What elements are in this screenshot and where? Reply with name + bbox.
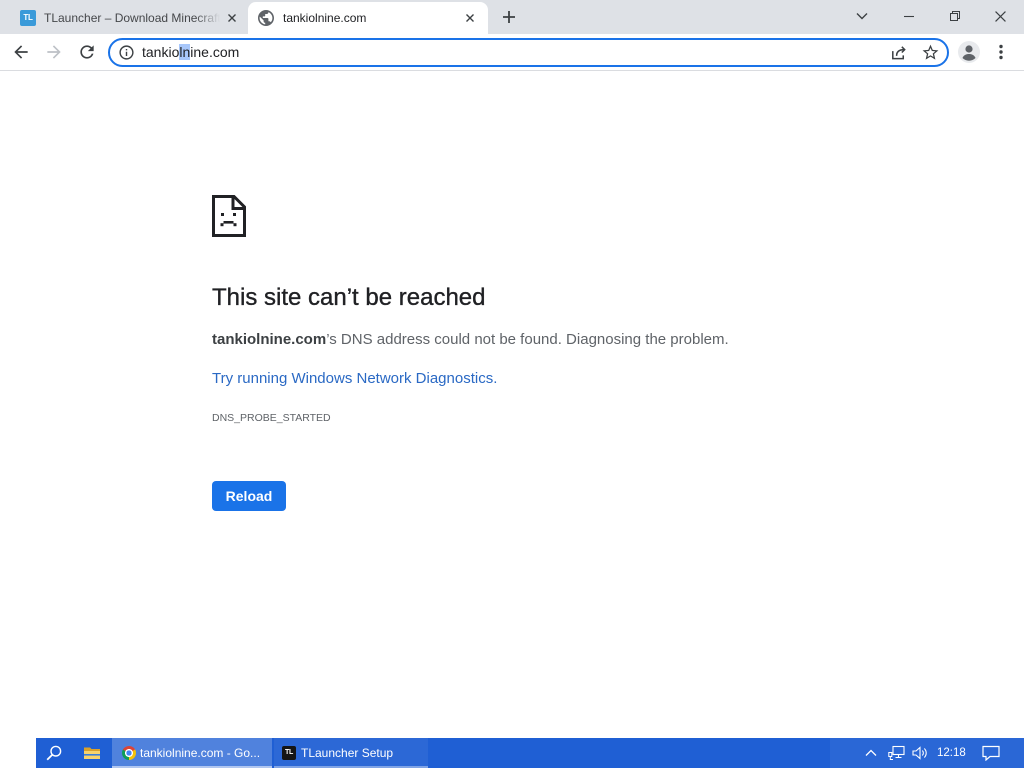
error-message-text: ’s DNS address could not be found. Diagn… xyxy=(326,331,729,348)
chevron-down-icon[interactable] xyxy=(840,0,884,32)
taskbar-item-tlauncher-setup[interactable]: TL TLauncher Setup xyxy=(274,738,428,768)
restore-icon[interactable] xyxy=(933,0,977,32)
error-host: tankiolnine.com xyxy=(212,331,327,348)
url-text-part: ine.com xyxy=(190,44,240,60)
system-tray: 12:18 xyxy=(830,738,1024,768)
minimize-icon[interactable] xyxy=(887,0,931,32)
clock[interactable]: 12:18 xyxy=(937,738,966,768)
error-code: DNS_PROBE_STARTED xyxy=(212,412,331,424)
chrome-icon xyxy=(122,746,136,760)
tab-strip: TL TLauncher – Download Minecraft tankio… xyxy=(0,0,1024,34)
close-tab-icon[interactable] xyxy=(464,12,476,24)
tlauncher-icon: TL xyxy=(20,10,36,26)
reload-icon[interactable] xyxy=(73,38,101,66)
reload-button[interactable]: Reload xyxy=(212,481,286,511)
tab-title: TLauncher – Download Minecraft xyxy=(44,11,220,25)
volume-icon[interactable] xyxy=(912,745,928,761)
network-wired-icon[interactable] xyxy=(888,745,905,761)
url-text[interactable]: tankiolnine.com xyxy=(142,40,239,65)
back-arrow-icon[interactable] xyxy=(7,38,35,66)
tab-title: tankiolnine.com xyxy=(283,11,367,25)
forward-arrow-icon[interactable] xyxy=(40,38,68,66)
info-icon[interactable] xyxy=(118,44,135,61)
star-icon[interactable] xyxy=(921,43,940,62)
taskbar-item-chrome[interactable]: tankiolnine.com - Go... xyxy=(112,738,272,768)
close-icon[interactable] xyxy=(978,0,1022,32)
taskbar-item-label: TLauncher Setup xyxy=(301,746,394,760)
network-diagnostics-link[interactable]: Try running Windows Network Diagnostics. xyxy=(212,369,497,389)
tab-tlauncher[interactable]: TL TLauncher – Download Minecraft xyxy=(8,2,246,34)
sad-page-icon xyxy=(212,195,246,237)
file-explorer-icon[interactable] xyxy=(83,745,101,761)
plus-icon[interactable] xyxy=(502,10,516,24)
share-icon[interactable] xyxy=(889,43,908,62)
toolbar: tankiolnine.com xyxy=(0,34,1024,71)
chevron-up-icon[interactable] xyxy=(865,749,877,757)
url-text-part: tankio xyxy=(142,44,180,60)
error-message: tankiolnine.com’s DNS address could not … xyxy=(212,330,729,350)
taskbar-item-label: tankiolnine.com - Go... xyxy=(140,746,261,760)
close-tab-icon[interactable] xyxy=(226,12,238,24)
taskbar: tankiolnine.com - Go... TL TLauncher Set… xyxy=(36,738,1024,768)
globe-icon xyxy=(258,10,274,26)
profile-icon[interactable] xyxy=(957,40,981,64)
search-icon[interactable] xyxy=(46,745,62,761)
address-bar[interactable]: tankiolnine.com xyxy=(108,38,949,67)
tab-tankiolnine[interactable]: tankiolnine.com xyxy=(248,2,488,34)
more-vert-icon[interactable] xyxy=(993,40,1009,64)
error-heading: This site can’t be reached xyxy=(212,284,486,311)
tlauncher-icon: TL xyxy=(282,746,296,760)
notification-icon[interactable] xyxy=(982,745,1000,761)
url-selection: ln xyxy=(179,44,191,60)
